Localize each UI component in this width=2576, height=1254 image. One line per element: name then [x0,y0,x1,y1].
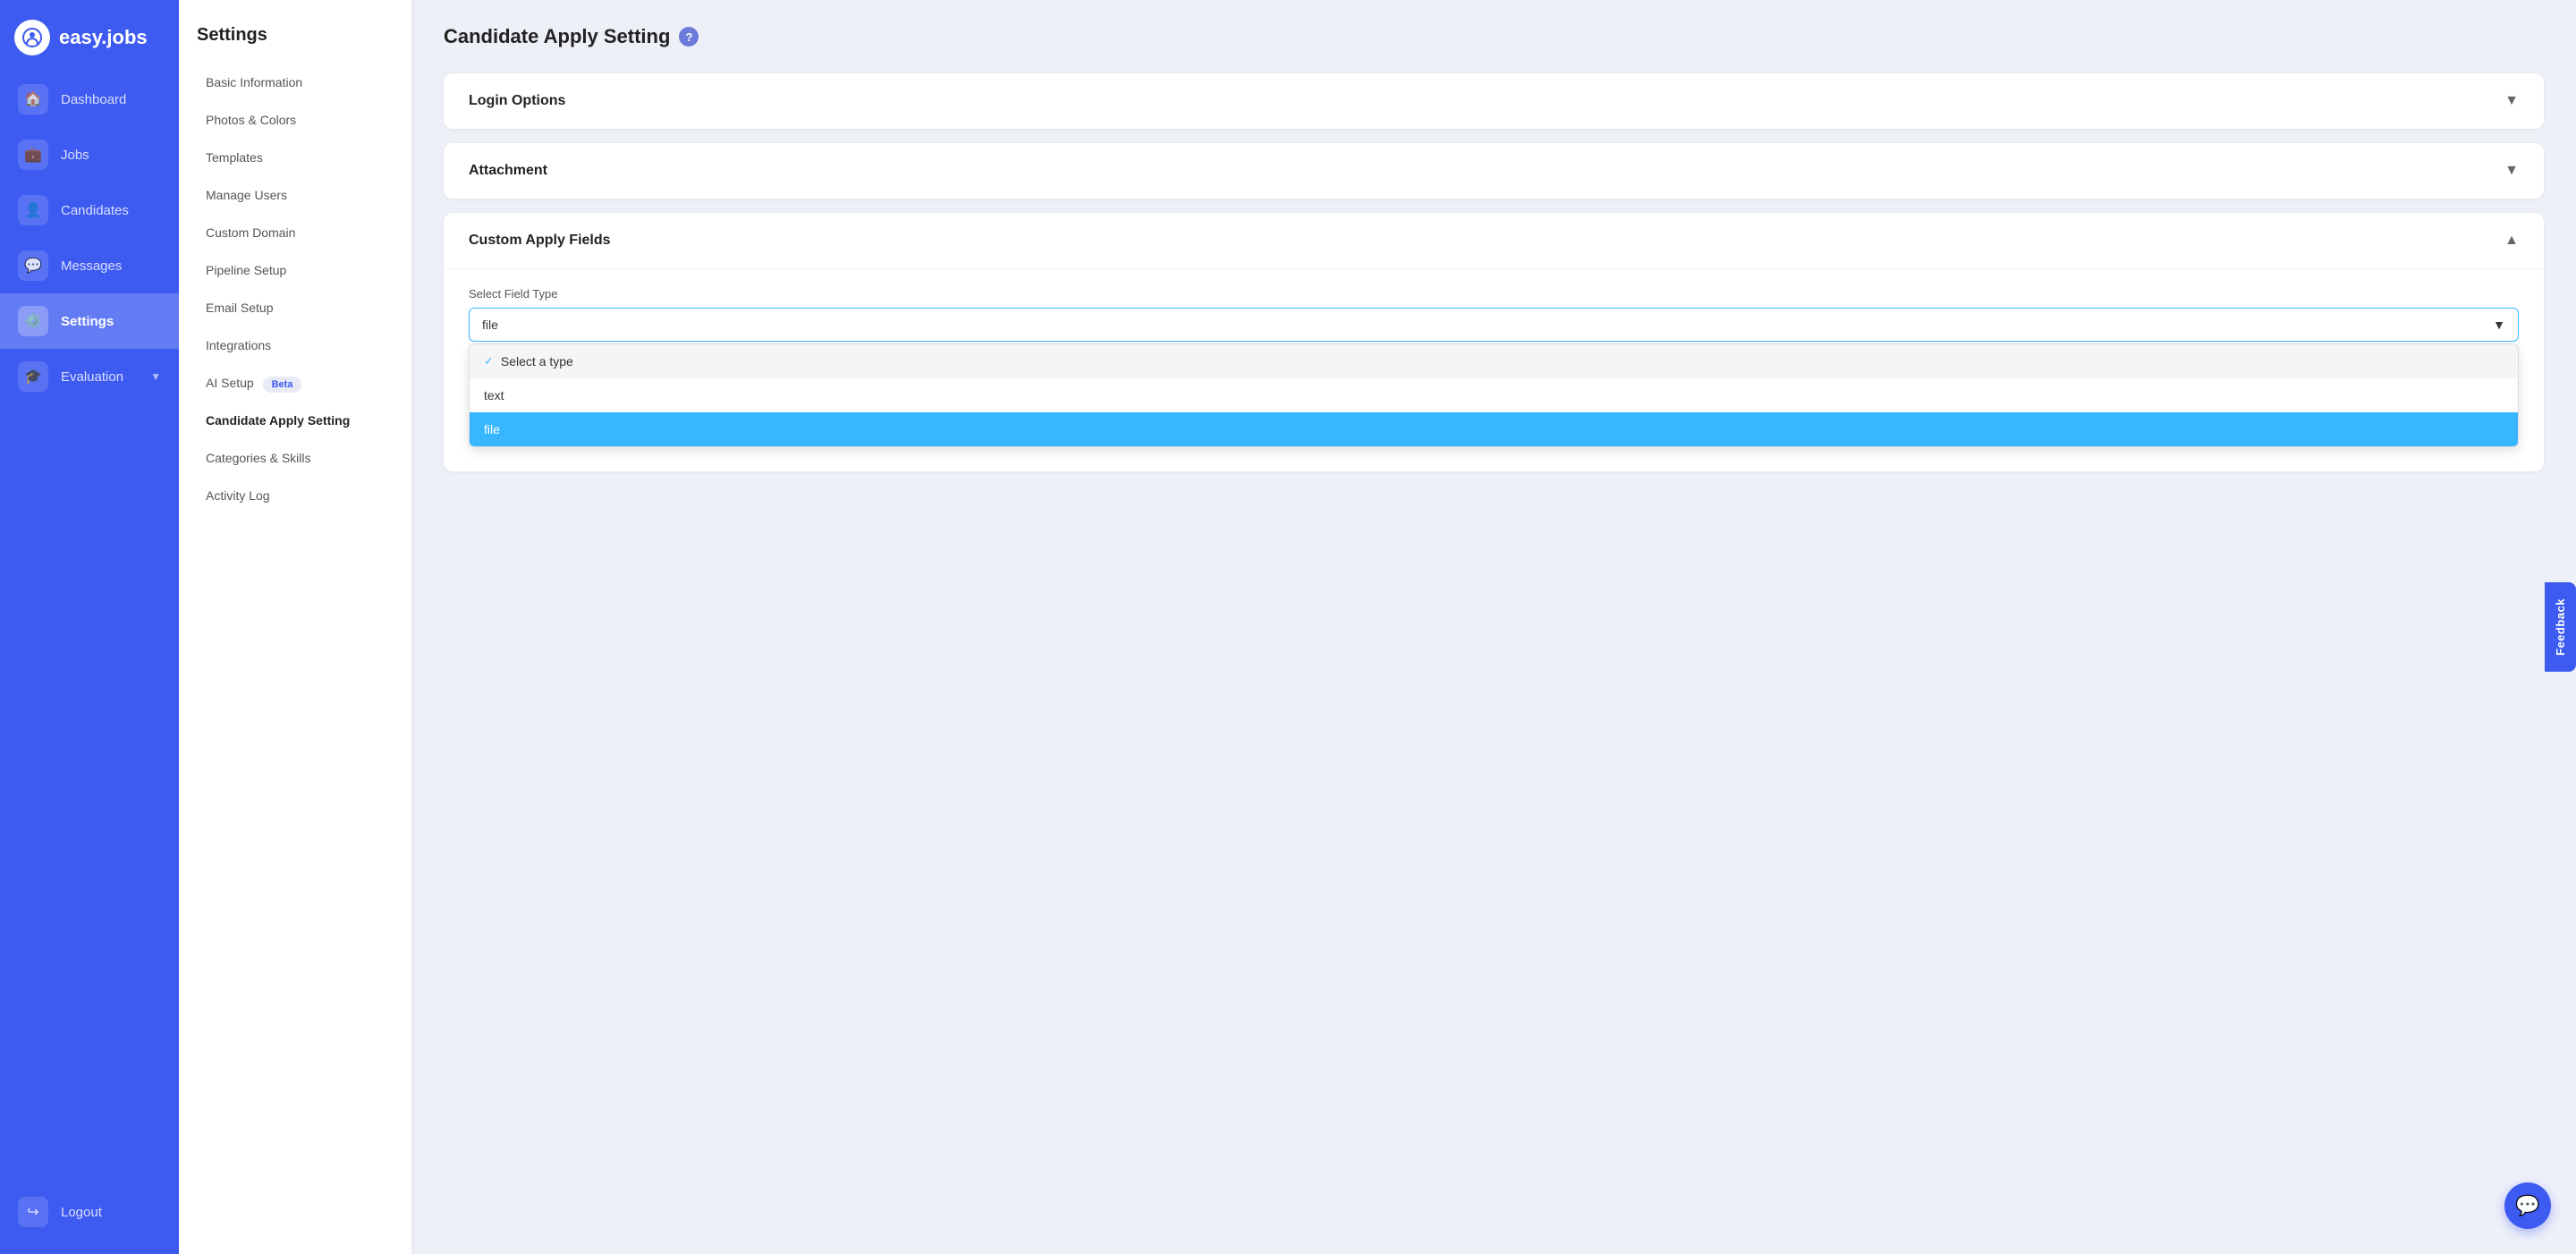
sidebar-item-candidates[interactable]: 👤 Candidates [0,182,179,238]
sidebar-item-dashboard[interactable]: 🏠 Dashboard [0,72,179,127]
select-current-value: file [482,318,498,332]
login-options-label: Login Options [469,93,565,109]
settings-nav-custom-domain[interactable]: Custom Domain [197,214,394,251]
dashboard-icon: 🏠 [18,84,48,114]
settings-nav-candidate-apply-setting[interactable]: Candidate Apply Setting [197,402,394,439]
settings-nav-integrations[interactable]: Integrations [197,326,394,364]
settings-nav-ai-setup[interactable]: AI Setup Beta [197,364,394,402]
option-select-a-type[interactable]: ✓ Select a type [470,344,2518,378]
field-type-select-wrapper: file ▼ ✓ Select a type text file [469,308,2519,342]
settings-panel: Settings Basic Information Photos & Colo… [179,0,411,1254]
logo-icon [14,20,50,55]
custom-apply-fields-accordion: Custom Apply Fields ▲ Select Field Type … [444,213,2544,471]
field-type-select[interactable]: file ▼ [469,308,2519,342]
sidebar-label-settings: Settings [61,314,161,329]
login-options-accordion: Login Options ▼ [444,73,2544,129]
settings-nav-templates[interactable]: Templates [197,139,394,176]
messages-icon: 💬 [18,250,48,281]
candidates-icon: 👤 [18,195,48,225]
settings-panel-title: Settings [197,25,394,46]
app-logo[interactable]: easy.jobs [0,0,179,72]
content-area: Candidate Apply Setting ? Login Options … [411,0,2576,1254]
settings-nav-photos-colors[interactable]: Photos & Colors [197,101,394,139]
custom-fields-body: Select Field Type file ▼ ✓ Select a type [444,269,2544,471]
attachment-accordion: Attachment ▼ [444,143,2544,199]
check-icon: ✓ [484,354,494,369]
custom-apply-fields-label: Custom Apply Fields [469,233,611,249]
sidebar-label-jobs: Jobs [61,148,161,163]
settings-nav-email-setup[interactable]: Email Setup [197,289,394,326]
sidebar-item-messages[interactable]: 💬 Messages [0,238,179,293]
main-area: Settings Basic Information Photos & Colo… [179,0,2576,1254]
beta-badge: Beta [263,377,302,393]
chevron-down-icon: ▼ [150,370,161,383]
settings-nav-manage-users[interactable]: Manage Users [197,176,394,214]
app-name: easy.jobs [59,26,148,49]
attachment-header[interactable]: Attachment ▼ [444,143,2544,199]
sidebar: easy.jobs 🏠 Dashboard 💼 Jobs 👤 Candidate… [0,0,179,1254]
select-chevron-down-icon: ▼ [2493,318,2505,332]
settings-nav-basic-information[interactable]: Basic Information [197,64,394,101]
option-text[interactable]: text [470,378,2518,412]
sidebar-label-dashboard: Dashboard [61,92,161,107]
chat-bubble-button[interactable]: 💬 [2504,1182,2551,1229]
settings-icon: ⚙️ [18,306,48,336]
attachment-label: Attachment [469,163,547,179]
evaluation-icon: 🎓 [18,361,48,392]
page-header: Candidate Apply Setting ? [444,25,2544,48]
sidebar-label-candidates: Candidates [61,203,161,218]
logout-label: Logout [61,1205,102,1220]
login-options-header[interactable]: Login Options ▼ [444,73,2544,129]
sidebar-nav: 🏠 Dashboard 💼 Jobs 👤 Candidates 💬 Messag… [0,72,179,1170]
attachment-chevron-down-icon: ▼ [2504,163,2519,179]
sidebar-label-messages: Messages [61,258,161,274]
custom-apply-fields-header[interactable]: Custom Apply Fields ▲ [444,213,2544,269]
option-file[interactable]: file [470,412,2518,446]
option-label-text: text [484,388,504,402]
option-label-file: file [484,422,500,436]
chat-icon: 💬 [2515,1194,2539,1217]
sidebar-item-jobs[interactable]: 💼 Jobs [0,127,179,182]
field-type-dropdown: ✓ Select a type text file [469,343,2519,447]
sidebar-label-evaluation: Evaluation [61,369,138,385]
sidebar-item-settings[interactable]: ⚙️ Settings [0,293,179,349]
logout-icon: ↪ [18,1197,48,1227]
help-icon[interactable]: ? [679,27,699,47]
feedback-label[interactable]: Feedback [2545,582,2576,672]
settings-nav-categories-skills[interactable]: Categories & Skills [197,439,394,477]
feedback-tab[interactable]: Feedback [2545,582,2576,672]
login-options-chevron-down-icon: ▼ [2504,93,2519,109]
option-label-select-a-type: Select a type [501,354,573,369]
sidebar-bottom: ↪ Logout [0,1170,179,1254]
field-type-label: Select Field Type [469,287,2519,301]
settings-nav-pipeline-setup[interactable]: Pipeline Setup [197,251,394,289]
custom-apply-fields-chevron-up-icon: ▲ [2504,233,2519,249]
jobs-icon: 💼 [18,140,48,170]
page-title: Candidate Apply Setting [444,25,670,48]
sidebar-item-evaluation[interactable]: 🎓 Evaluation ▼ [0,349,179,404]
settings-nav-activity-log[interactable]: Activity Log [197,477,394,514]
logout-button[interactable]: ↪ Logout [14,1184,165,1240]
